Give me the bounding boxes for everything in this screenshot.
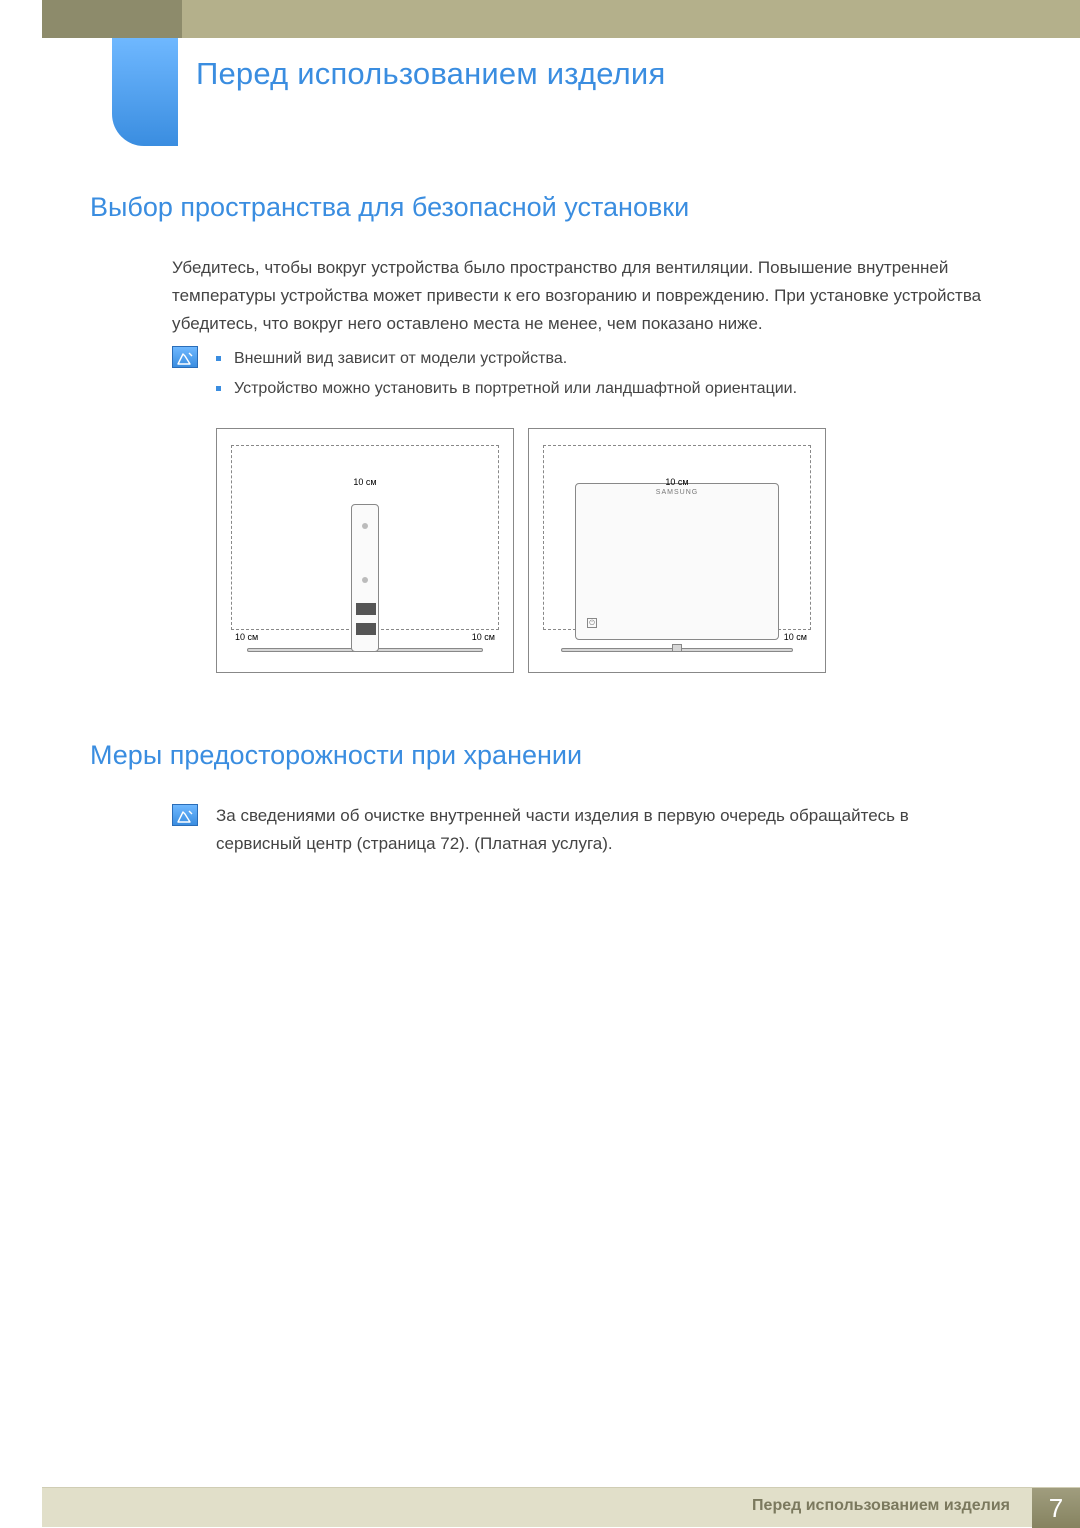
note-block-storage: За сведениями об очистке внутренней част… <box>172 802 982 858</box>
note-block-installation: Внешний вид зависит от модели устройства… <box>172 344 982 403</box>
section-title-storage-precautions: Меры предосторожности при хранении <box>90 740 582 771</box>
page: Перед использованием изделия Выбор прост… <box>0 0 1080 1527</box>
page-number: 7 <box>1032 1488 1080 1528</box>
chapter-tab <box>112 38 178 146</box>
power-button-icon: ⏻ <box>587 618 597 628</box>
device-body-portrait <box>351 504 379 652</box>
device-body-landscape <box>575 483 779 640</box>
footer-chapter-title: Перед использованием изделия <box>752 1497 1010 1515</box>
header-bar <box>42 0 1080 38</box>
installation-space-paragraph: Убедитесь, чтобы вокруг устройства было … <box>172 254 982 338</box>
note-icon <box>172 346 198 368</box>
footer-bar: Перед использованием изделия 7 <box>42 1487 1080 1527</box>
camera-dot <box>362 523 368 529</box>
header-bar-accent <box>42 0 182 38</box>
clearance-label-right: 10 см <box>784 632 807 642</box>
clearance-label-top: 10 см <box>353 477 376 487</box>
storage-note-text: За сведениями об очистке внутренней част… <box>216 802 982 858</box>
device-neck <box>672 644 682 652</box>
button-dot <box>362 577 368 583</box>
clearance-label-top: 10 см <box>665 477 688 487</box>
clearance-label-right: 10 см <box>472 632 495 642</box>
clearance-label-left: 10 см <box>235 632 258 642</box>
port-icon <box>366 603 376 615</box>
diagram-landscape: SAMSUNG ⏻ 10 см 10 см <box>528 428 826 673</box>
note-item: Устройство можно установить в портретной… <box>216 374 982 404</box>
port-icon <box>366 623 376 635</box>
note-icon <box>172 804 198 826</box>
chapter-title: Перед использованием изделия <box>196 56 665 92</box>
port-icon <box>356 603 366 615</box>
note-list: Внешний вид зависит от модели устройства… <box>216 344 982 403</box>
diagram-portrait: 10 см 10 см 10 см <box>216 428 514 673</box>
note-item: Внешний вид зависит от модели устройства… <box>216 344 982 374</box>
clearance-diagrams: 10 см 10 см 10 см SAMSUNG ⏻ 10 см 10 см <box>216 428 826 673</box>
section-title-installation-space: Выбор пространства для безопасной устано… <box>90 192 689 223</box>
port-icon <box>356 623 366 635</box>
brand-label: SAMSUNG <box>656 489 698 496</box>
